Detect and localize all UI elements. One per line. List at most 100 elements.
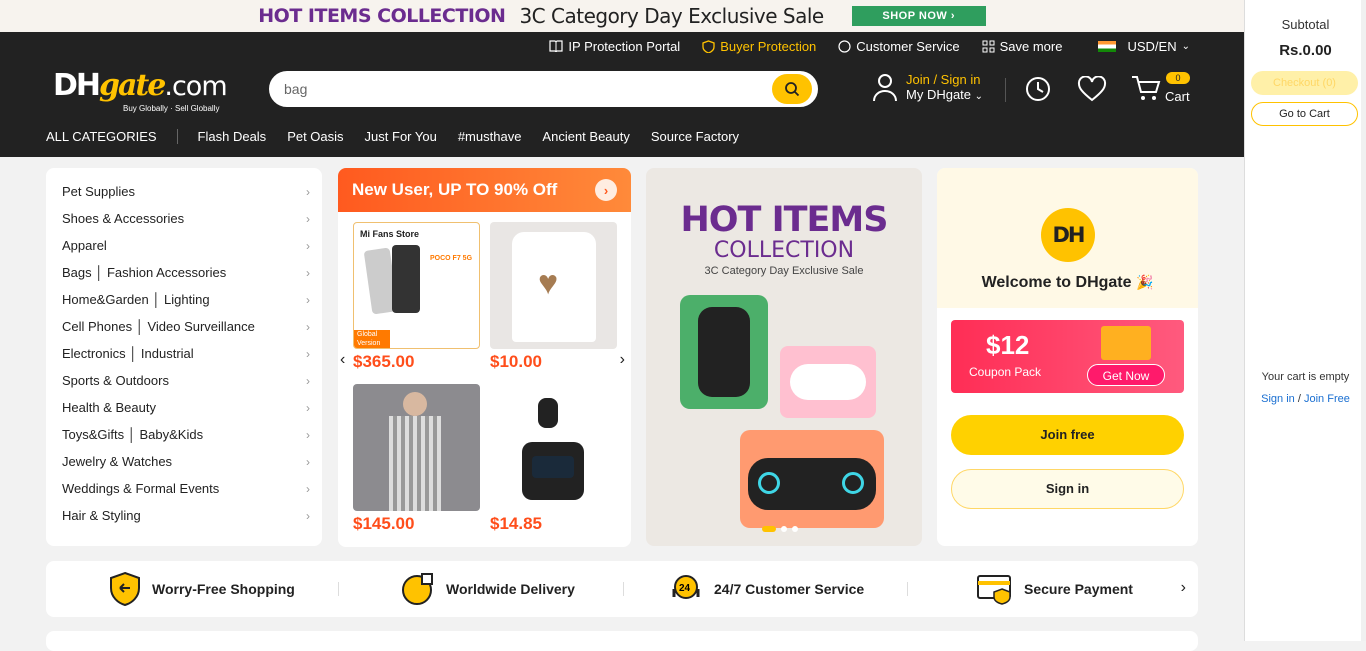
carousel-next-icon[interactable]: › <box>620 351 625 369</box>
all-categories-link[interactable]: ALL CATEGORIES <box>46 129 178 144</box>
chevron-right-icon: › <box>306 373 310 388</box>
carousel-prev-icon[interactable]: ‹ <box>340 351 345 369</box>
india-flag-icon <box>1098 40 1117 52</box>
phone-product-image: Mi Fans Store POCO F7 5G Global Version <box>353 222 480 349</box>
customer-service-link[interactable]: Customer Service <box>838 39 960 54</box>
cart-empty-text: Your cart is empty <box>1261 371 1350 383</box>
benefit-worldwide-delivery[interactable]: Worldwide Delivery <box>400 571 575 607</box>
category-item[interactable]: Jewelry & Watches › <box>46 448 322 475</box>
carousel-dots <box>762 526 798 532</box>
category-item[interactable]: Home&Garden │ Lighting › <box>46 286 322 313</box>
category-nav: ALL CATEGORIES Flash Deals Pet Oasis Jus… <box>46 129 760 144</box>
category-item[interactable]: Cell Phones │ Video Surveillance › <box>46 313 322 340</box>
shop-now-button[interactable]: SHOP NOW › <box>851 6 986 26</box>
new-user-panel: New User, UP TO 90% Off › Mi Fans Store … <box>338 168 631 547</box>
new-user-header[interactable]: New User, UP TO 90% Off › <box>338 168 631 212</box>
heart-icon[interactable] <box>1077 76 1107 102</box>
search-input[interactable] <box>284 81 744 97</box>
chevron-right-icon: › <box>306 184 310 199</box>
chevron-right-icon: › <box>306 211 310 226</box>
join-free-button[interactable]: Join free <box>951 415 1184 455</box>
dh-logo: DH <box>1041 208 1095 262</box>
product-card[interactable]: ♥ $10.00 <box>490 222 617 372</box>
product-price: $145.00 <box>353 514 415 533</box>
book-icon <box>549 40 564 52</box>
nav-musthave[interactable]: #musthave <box>458 129 522 144</box>
history-icon[interactable] <box>1024 75 1052 103</box>
welcome-title: Welcome to DHgate 🎉 <box>981 274 1154 291</box>
chevron-right-icon: › <box>306 427 310 442</box>
hot-items-banner[interactable]: HOT ITEMS COLLECTION 3C Category Day Exc… <box>646 168 922 546</box>
main-header: DHgate.com Buy Globally · Sell Globally … <box>0 60 1244 157</box>
chevron-right-icon[interactable]: › <box>1181 579 1186 597</box>
shield-return-icon <box>110 571 140 607</box>
benefit-customer-service[interactable]: 24 24/7 Customer Service <box>668 571 864 607</box>
product-card[interactable]: Mi Fans Store POCO F7 5G Global Version … <box>353 222 480 372</box>
slipper-image <box>780 346 876 418</box>
chevron-right-icon: › <box>306 508 310 523</box>
product-card[interactable]: $145.00 <box>353 384 480 534</box>
promo-subtitle: 3C Category Day Exclusive Sale <box>519 4 824 28</box>
checkout-button[interactable]: Checkout (0) <box>1251 71 1358 95</box>
chevron-right-icon: › <box>306 454 310 469</box>
svg-text:24: 24 <box>679 583 691 594</box>
product-card[interactable]: $14.85 <box>490 384 617 534</box>
nav-flash-deals[interactable]: Flash Deals <box>198 129 267 144</box>
chevron-right-icon: › <box>306 346 310 361</box>
coupon-pack[interactable]: $12 Coupon Pack Get Now <box>951 320 1184 393</box>
hot-items-title: HOT ITEMS <box>680 200 889 240</box>
next-section-edge <box>46 631 1198 651</box>
join-signin-link[interactable]: Join / Sign in <box>906 72 983 87</box>
search-icon <box>785 82 800 97</box>
nav-just-for-you[interactable]: Just For You <box>365 129 437 144</box>
arrow-right-icon[interactable]: › <box>595 179 617 201</box>
tshirt-product-image: ♥ <box>490 222 617 349</box>
category-item[interactable]: Health & Beauty › <box>46 394 322 421</box>
nav-ancient-beauty[interactable]: Ancient Beauty <box>542 129 629 144</box>
dhgate-logo[interactable]: DHgate.com Buy Globally · Sell Globally <box>53 68 228 113</box>
currency-language-selector[interactable]: USD/EN ⌄ <box>1098 39 1190 54</box>
grid-icon <box>982 40 995 52</box>
category-item[interactable]: Electronics │ Industrial › <box>46 340 322 367</box>
cart-button[interactable]: 0 Cart <box>1131 72 1190 105</box>
promo-title: HOT ITEMS COLLECTION <box>258 5 506 27</box>
save-more-link[interactable]: Save more <box>982 39 1062 54</box>
nav-source-factory[interactable]: Source Factory <box>651 129 739 144</box>
gift-icon <box>1101 326 1151 360</box>
buyer-protection-link[interactable]: Buyer Protection <box>702 39 816 54</box>
side-cart-panel: Subtotal Rs.0.00 Checkout (0) Go to Cart… <box>1244 0 1366 641</box>
side-join-free-link[interactable]: Join Free <box>1304 393 1350 405</box>
sign-in-button[interactable]: Sign in <box>951 469 1184 509</box>
shield-icon <box>702 39 715 53</box>
coupon-amount: $12 <box>986 330 1030 360</box>
promo-banner[interactable]: HOT ITEMS COLLECTION 3C Category Day Exc… <box>0 0 1244 32</box>
category-item[interactable]: Sports & Outdoors › <box>46 367 322 394</box>
top-utility-nav: IP Protection Portal Buyer Protection Cu… <box>0 32 1244 60</box>
category-item[interactable]: Toys&Gifts │ Baby&Kids › <box>46 421 322 448</box>
get-now-button[interactable]: Get Now <box>1087 364 1165 386</box>
my-dhgate-link[interactable]: My DHgate ⌄ <box>906 87 983 102</box>
product-price: $10.00 <box>490 352 542 371</box>
category-item[interactable]: Weddings & Formal Events › <box>46 475 322 502</box>
account-menu[interactable]: Join / Sign in My DHgate ⌄ <box>872 72 983 102</box>
benefit-worry-free[interactable]: Worry-Free Shopping <box>108 571 295 607</box>
benefit-secure-payment[interactable]: Secure Payment <box>976 573 1133 605</box>
chevron-right-icon: › <box>306 238 310 253</box>
chevron-right-icon: › <box>306 481 310 496</box>
scrollbar[interactable] <box>1361 0 1366 641</box>
category-item[interactable]: Bags │ Fashion Accessories › <box>46 259 322 286</box>
category-item[interactable]: Pet Supplies › <box>46 178 322 205</box>
go-to-cart-button[interactable]: Go to Cart <box>1251 102 1358 126</box>
ip-protection-link[interactable]: IP Protection Portal <box>549 39 680 54</box>
side-cart-links: Sign in / Join Free <box>1261 393 1350 405</box>
subtotal-label: Subtotal <box>1281 17 1330 32</box>
chevron-right-icon: › <box>306 292 310 307</box>
category-item[interactable]: Hair & Styling › <box>46 502 322 529</box>
headset-icon: 24 <box>672 575 700 599</box>
category-item[interactable]: Apparel › <box>46 232 322 259</box>
chevron-down-icon: ⌄ <box>974 91 984 102</box>
search-button[interactable] <box>772 74 812 104</box>
category-item[interactable]: Shoes & Accessories › <box>46 205 322 232</box>
side-sign-in-link[interactable]: Sign in <box>1261 393 1295 405</box>
nav-pet-oasis[interactable]: Pet Oasis <box>287 129 343 144</box>
